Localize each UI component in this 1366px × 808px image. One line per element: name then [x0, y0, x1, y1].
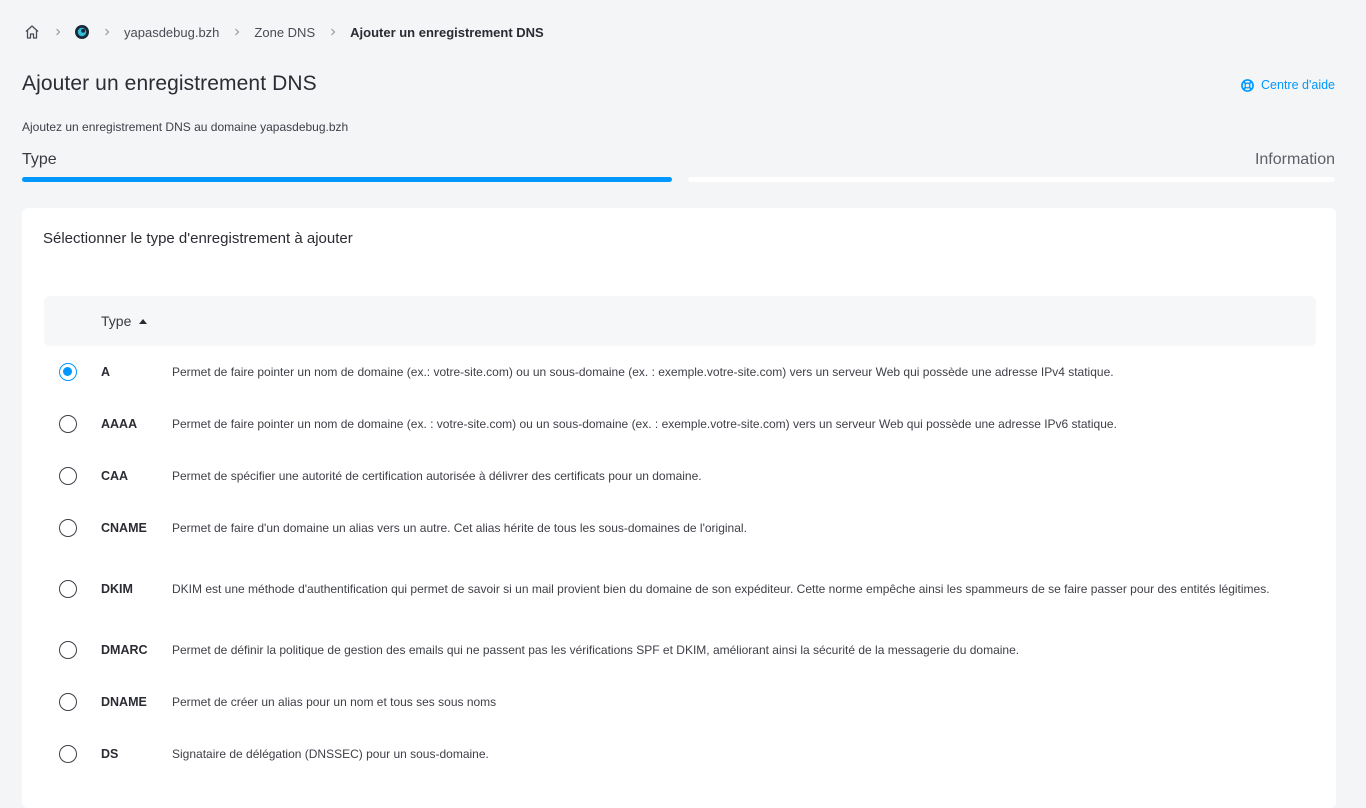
breadcrumb: yapasdebug.bzh Zone DNS Ajouter un enreg… [24, 22, 544, 42]
radio-button[interactable] [59, 519, 77, 537]
record-type: A [101, 365, 111, 379]
record-type: DKIM [101, 582, 133, 596]
record-description: DKIM est une méthode d'authentification … [172, 582, 1270, 596]
record-type: AAAA [101, 417, 138, 431]
radio-button[interactable] [59, 745, 77, 763]
record-description: Permet de faire pointer un nom de domain… [172, 417, 1117, 431]
chevron-right-icon [54, 28, 62, 36]
breadcrumb-current: Ajouter un enregistrement DNS [350, 24, 544, 40]
product-logo-icon[interactable] [75, 25, 89, 39]
step-information-label: Information [1254, 151, 1335, 168]
chevron-right-icon [233, 28, 241, 36]
table-row[interactable]: AAAA Permet de faire pointer un nom de d… [44, 398, 1316, 450]
help-center-link[interactable]: Centre d'aide [1241, 78, 1335, 92]
record-type: CNAME [101, 521, 147, 535]
step-type-label: Type [22, 151, 57, 168]
radio-button[interactable] [59, 641, 77, 659]
radio-button[interactable] [59, 363, 77, 381]
home-icon[interactable] [24, 24, 40, 40]
sort-ascending-icon [139, 318, 148, 324]
record-description: Signataire de délégation (DNSSEC) pour u… [172, 747, 489, 761]
radio-button[interactable] [59, 693, 77, 711]
table-header: Type [44, 296, 1316, 346]
record-description: Permet de faire pointer un nom de domain… [172, 365, 1114, 379]
table-row[interactable]: DMARC Permet de définir la politique de … [44, 624, 1316, 676]
help-center-label: Centre d'aide [1261, 78, 1335, 92]
page-subtitle: Ajoutez un enregistrement DNS au domaine… [22, 120, 349, 134]
record-description: Permet de faire d'un domaine un alias ve… [172, 521, 747, 535]
radio-button[interactable] [59, 580, 77, 598]
record-description: Permet de créer un alias pour un nom et … [172, 695, 497, 709]
card-title: Sélectionner le type d'enregistrement à … [43, 230, 353, 247]
table-row[interactable]: A Permet de faire pointer un nom de doma… [44, 346, 1316, 398]
record-type: DMARC [101, 643, 148, 657]
table-row[interactable]: DNAME Permet de créer un alias pour un n… [44, 676, 1316, 728]
radio-button[interactable] [59, 467, 77, 485]
table-row[interactable]: CAA Permet de spécifier une autorité de … [44, 450, 1316, 502]
page-title: Ajouter un enregistrement DNS [22, 72, 317, 95]
table-row[interactable]: DKIM DKIM est une méthode d'authentifica… [44, 554, 1316, 624]
step-information-progress [688, 177, 1335, 182]
column-header-type-label: Type [101, 313, 132, 329]
table-row[interactable]: DS Signataire de délégation (DNSSEC) pou… [44, 728, 1316, 780]
column-header-type[interactable]: Type [101, 313, 148, 329]
chevron-right-icon [329, 28, 337, 36]
record-description: Permet de définir la politique de gestio… [172, 643, 1020, 657]
record-type: CAA [101, 469, 129, 483]
breadcrumb-domain[interactable]: yapasdebug.bzh [124, 25, 219, 40]
record-type: DS [101, 747, 119, 761]
radio-button[interactable] [59, 415, 77, 433]
table-row[interactable]: CNAME Permet de faire d'un domaine un al… [44, 502, 1316, 554]
step-type-progress [22, 177, 672, 182]
chevron-right-icon [103, 28, 111, 36]
record-description: Permet de spécifier une autorité de cert… [172, 469, 702, 483]
breadcrumb-zone[interactable]: Zone DNS [254, 25, 315, 40]
lifebuoy-icon [1241, 78, 1254, 92]
record-type: DNAME [101, 695, 147, 709]
record-type-list: A Permet de faire pointer un nom de doma… [44, 346, 1316, 780]
record-type-card: Sélectionner le type d'enregistrement à … [22, 208, 1336, 808]
